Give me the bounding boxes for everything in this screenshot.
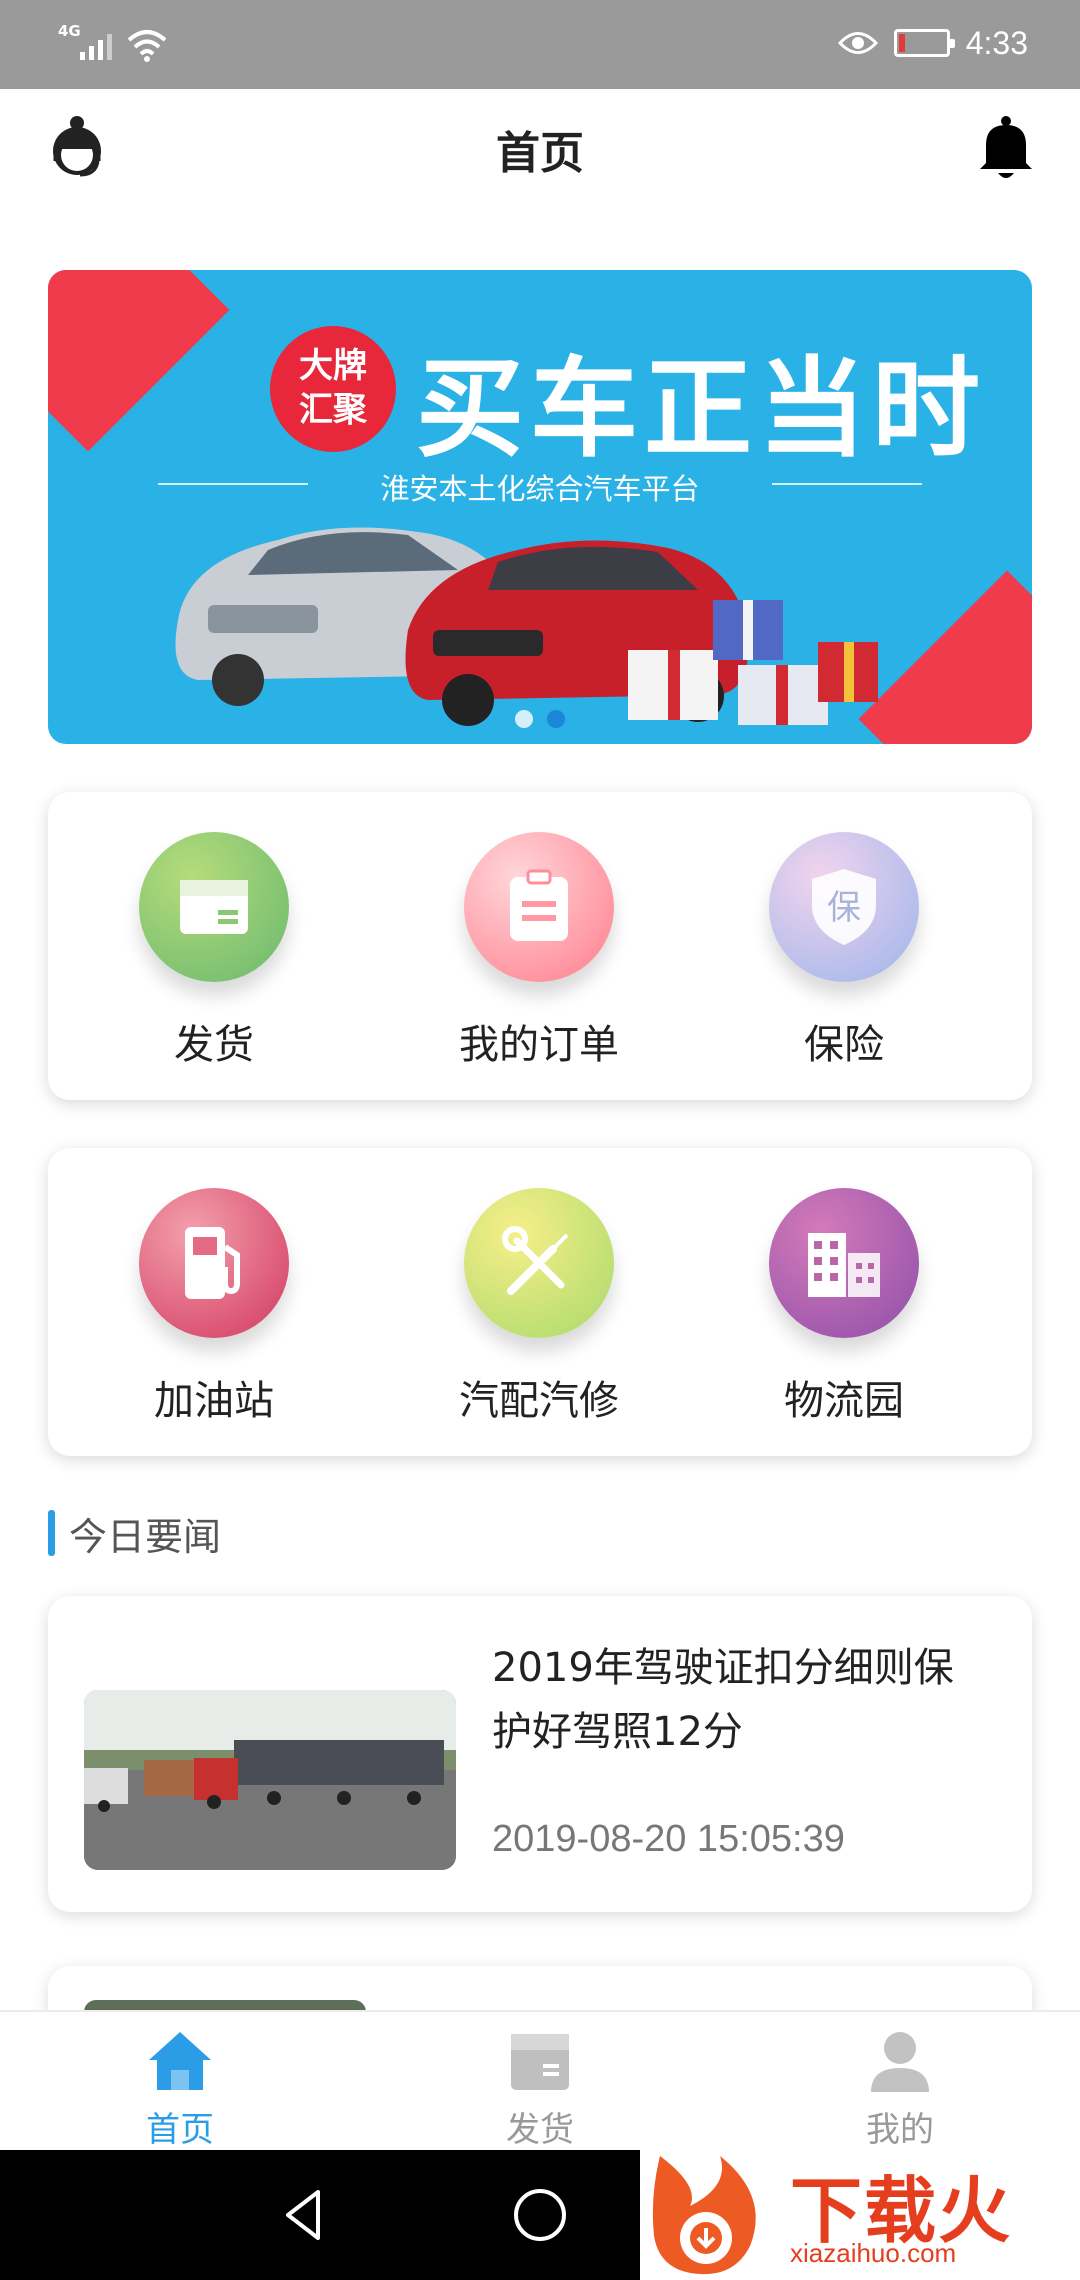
- clipboard-icon: [464, 832, 614, 982]
- section-title: 今日要闻: [69, 1514, 222, 1559]
- service-label: 物流园: [784, 1378, 904, 1424]
- carousel-dot-active[interactable]: [547, 710, 565, 728]
- carousel-indicator: [48, 710, 1032, 728]
- news-item[interactable]: 2019年驾驶证扣分细则保护好驾照12分 2019-08-20 15:05:39: [48, 1596, 1032, 1912]
- service-auto-repair[interactable]: 汽配汽修: [419, 1188, 659, 1426]
- tab-mine[interactable]: 我的: [800, 2028, 1000, 2151]
- page-title: 首页: [496, 128, 584, 179]
- clock: 4:33: [965, 24, 1028, 61]
- home-button-icon[interactable]: [505, 2180, 575, 2250]
- shield-icon: 保: [769, 832, 919, 982]
- box-icon: [511, 2034, 569, 2090]
- service-label: 发货: [174, 1022, 254, 1068]
- app-header: 首页: [0, 89, 1080, 209]
- section-header-news: 今日要闻: [48, 1508, 222, 1559]
- buildings-icon: [769, 1188, 919, 1338]
- cars-illustration: [175, 527, 878, 726]
- network-type: 4G: [58, 22, 81, 40]
- promo-banner[interactable]: 大牌 汇聚 买车正当时 淮安本土化综合汽车平台: [48, 270, 1032, 744]
- box-icon: [139, 832, 289, 982]
- section-accent-bar: [48, 1510, 55, 1556]
- news-date: 2019-08-20 15:05:39: [492, 1818, 845, 1860]
- fuel-pump-icon: [139, 1188, 289, 1338]
- service-card-2: 加油站 汽配汽修 物流园: [48, 1148, 1032, 1456]
- service-label: 我的订单: [459, 1022, 619, 1068]
- watermark-url: xiazaihuo.com: [790, 2238, 957, 2268]
- tab-label: 发货: [506, 2110, 574, 2150]
- service-label: 汽配汽修: [459, 1378, 619, 1424]
- back-icon[interactable]: [270, 2180, 340, 2250]
- service-my-orders[interactable]: 我的订单: [419, 832, 659, 1070]
- carousel-dot[interactable]: [515, 710, 533, 728]
- wrench-screwdriver-icon: [464, 1188, 614, 1338]
- service-insurance[interactable]: 保 保险: [724, 832, 964, 1070]
- status-left: 4G: [58, 18, 168, 68]
- service-card-1: 发货 我的订单 保 保险: [48, 792, 1032, 1100]
- svg-text:保: 保: [827, 888, 861, 928]
- tab-ship[interactable]: 发货: [440, 2028, 640, 2151]
- battery-icon: [893, 29, 955, 57]
- news-thumbnail: [84, 1690, 456, 1870]
- signal-icon: [80, 34, 112, 60]
- service-ship[interactable]: 发货: [94, 832, 334, 1070]
- status-bar: 4G 4:33: [0, 0, 1080, 89]
- service-gas-station[interactable]: 加油站: [94, 1188, 334, 1426]
- person-icon: [871, 2032, 929, 2092]
- tab-label: 首页: [146, 2110, 214, 2150]
- home-icon: [149, 2032, 211, 2090]
- tab-home[interactable]: 首页: [80, 2028, 280, 2151]
- tab-label: 我的: [866, 2110, 934, 2150]
- service-label: 保险: [804, 1022, 884, 1068]
- status-right: 4:33: [837, 18, 1028, 68]
- wifi-icon: [127, 30, 167, 62]
- news-title: 2019年驾驶证扣分细则保护好驾照12分: [492, 1645, 954, 1755]
- eye-icon: [837, 32, 878, 54]
- bottom-tab-bar: 首页 发货 我的: [0, 2010, 1080, 2150]
- bell-icon[interactable]: [976, 115, 1036, 181]
- watermark-logo: 下载火 xiazaihuo.com: [640, 2146, 1080, 2280]
- flame-logo-icon: [652, 2156, 756, 2275]
- service-label: 加油站: [154, 1378, 274, 1424]
- service-logistics-park[interactable]: 物流园: [724, 1188, 964, 1426]
